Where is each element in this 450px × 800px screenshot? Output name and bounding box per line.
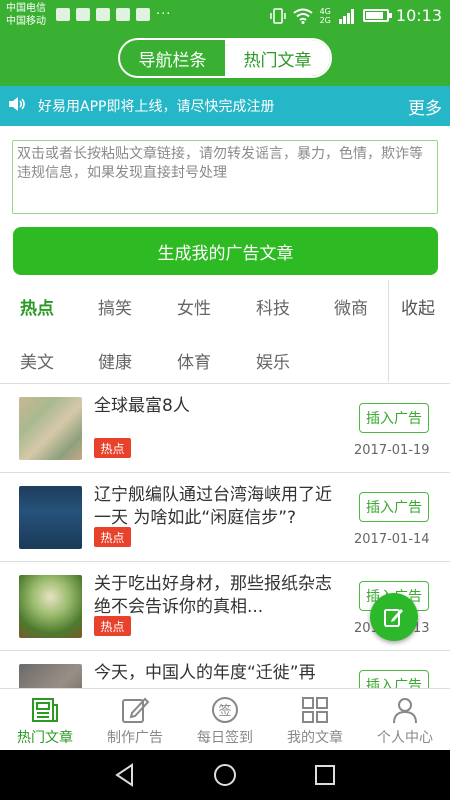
app-header: 导航栏条 热门文章 [0,32,450,86]
message-icon [76,8,90,21]
category-tech[interactable]: 科技 [256,294,290,319]
news-thumbnail [19,397,82,460]
news-thumbnail [19,486,82,549]
hot-badge: 热点 [94,616,131,636]
tab-label: 制作广告 [107,730,163,746]
news-date: 2017-01-19 [354,443,430,458]
image-icon [116,8,130,21]
tab-nav-bar[interactable]: 导航栏条 [120,40,225,76]
category-health[interactable]: 健康 [98,348,132,373]
news-title: 关于吃出好身材，那些报纸杂志绝不会告诉你的真相... [94,574,332,617]
speaker-icon [8,96,30,116]
collapse-label: 收起 [401,299,435,319]
article-link-input[interactable] [12,140,438,214]
notice-bar: 好易用APP即将上线，请尽快完成注册 更多 [0,86,450,126]
tab-my-articles[interactable]: 我的文章 [270,689,360,750]
battery-icon [362,9,392,22]
network-types: 4G 2G [320,7,331,25]
list-item[interactable]: 今天，中国人的年度“迁徙”再 插入广告 [0,652,450,688]
grid-icon [302,697,328,723]
tab-label: 热门文章 [17,730,73,746]
category-wechat-business[interactable]: 微商 [334,294,368,319]
compose-fab-button[interactable] [370,593,418,641]
category-collapse-button[interactable]: 收起 [388,280,450,382]
home-icon[interactable] [212,762,238,788]
insert-ad-button[interactable]: 插入广告 [359,492,429,522]
divider [0,383,450,384]
category-sports[interactable]: 体育 [177,348,211,373]
status-bar: 中国电信 中国移动 ··· 4G 2G 10:13 [0,0,450,32]
category-essays[interactable]: 美文 [20,348,54,373]
vibrate-icon [269,7,286,24]
notice-text: 好易用APP即将上线，请尽快完成注册 [38,99,275,115]
newspaper-icon [32,698,58,722]
news-title: 辽宁舰编队通过台湾海峡用了近一天 为啥如此“闲庭信步”? [94,485,332,528]
notice-more-link[interactable]: 更多 [408,94,442,119]
insert-ad-button[interactable]: 插入广告 [359,403,429,433]
category-hot[interactable]: 热点 [20,294,54,319]
header-segmented-control: 导航栏条 热门文章 [118,38,332,78]
sign-in-icon: 签 [212,697,238,723]
bottom-tab-bar: 热门文章 制作广告 签 每日签到 我的文章 个人中心 [0,688,450,750]
tab-daily-checkin[interactable]: 签 每日签到 [180,689,270,750]
user-icon [393,698,417,724]
edit-icon [384,609,403,627]
tab-label: 我的文章 [287,730,343,746]
carrier-1: 中国电信 [6,3,46,14]
insert-ad-button[interactable]: 插入广告 [359,670,429,688]
avatar-notification-icon [96,8,110,21]
news-title: 全球最富8人 [94,396,190,416]
back-icon[interactable] [112,762,138,788]
generate-ad-article-button[interactable]: 生成我的广告文章 [13,227,438,275]
hot-badge: 热点 [94,527,131,547]
category-funny[interactable]: 搞笑 [98,294,132,319]
notification-app-icon [56,8,70,21]
clock: 10:13 [395,6,442,25]
news-date: 2017-01-14 [354,532,430,547]
carrier-2: 中国移动 [6,16,46,27]
notification-icons: ··· [56,8,171,21]
tab-label: 每日签到 [197,730,253,746]
edit-icon [122,697,150,723]
status-right: 4G 2G 10:13 [269,6,442,25]
system-navigation-bar [0,750,450,800]
news-thumbnail [19,575,82,638]
list-item[interactable]: 全球最富8人 热点 插入广告 2017-01-19 [0,385,450,473]
news-title: 今天，中国人的年度“迁徙”再 [94,663,316,683]
more-notifications-icon: ··· [156,7,172,22]
network-type-1: 4G [319,6,331,16]
category-women[interactable]: 女性 [177,294,211,319]
carrier-info: 中国电信 中国移动 [6,2,46,28]
list-item[interactable]: 辽宁舰编队通过台湾海峡用了近一天 为啥如此“闲庭信步”? 热点 插入广告 201… [0,474,450,562]
wifi-icon [292,8,313,24]
tab-label: 个人中心 [377,730,433,746]
category-entertainment[interactable]: 娱乐 [256,348,290,373]
tab-hot-articles[interactable]: 热门文章 [225,40,330,76]
svg-text:签: 签 [218,703,231,719]
tab-make-ad[interactable]: 制作广告 [90,689,180,750]
hot-badge: 热点 [94,438,131,458]
signal-icon [338,8,354,24]
news-thumbnail [19,664,82,688]
tab-hot-articles-bottom[interactable]: 热门文章 [0,689,90,750]
app-shield-icon [136,8,150,21]
recents-icon[interactable] [312,762,338,788]
tab-personal-center[interactable]: 个人中心 [360,689,450,750]
network-type-2: 2G [319,15,331,25]
